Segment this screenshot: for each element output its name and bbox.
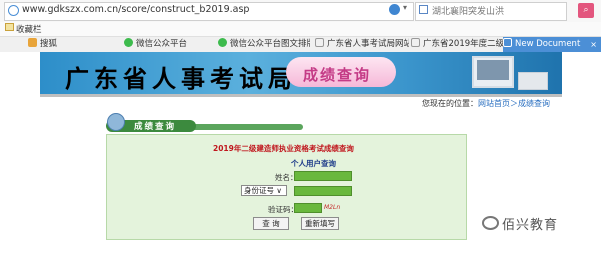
user-icon — [107, 113, 125, 131]
section-bar-track — [190, 124, 303, 130]
page-icon — [503, 38, 512, 47]
url-text[interactable]: www.gdkszx.com.cn/score/construct_b2019.… — [22, 4, 387, 15]
wechat-watermark-icon — [482, 216, 499, 230]
tab-label: 广东省人事考试局网站 — [327, 39, 409, 49]
id-type-select[interactable]: 身份证号 ∨ — [241, 185, 287, 196]
monitor-screen — [477, 60, 509, 80]
tab-weixin[interactable]: 微信公众平台 — [124, 37, 216, 52]
tab-label: 搜狐 — [40, 39, 58, 49]
search-input[interactable]: 湖北襄阳突发山洪 — [432, 4, 504, 17]
search-go-button[interactable]: ⌕ — [578, 3, 594, 18]
tab-gd-2019[interactable]: 广东省2019年度二级建 — [411, 37, 503, 52]
sohu-icon — [28, 38, 37, 47]
chevron-down-icon: ∨ — [276, 186, 282, 195]
browser-engine-icon[interactable] — [389, 4, 400, 15]
tab-label: 广东省2019年度二级建 — [423, 39, 503, 49]
page-icon — [315, 38, 324, 47]
captcha-input[interactable] — [294, 203, 322, 213]
address-bar: www.gdkszx.com.cn/score/construct_b2019.… — [0, 0, 601, 23]
form-subtitle: 个人用户查询 — [291, 159, 336, 168]
id-type-value: 身份证号 — [244, 186, 274, 195]
tab-strip: 搜狐 微信公众平台 微信公众平台图文排版 广东省人事考试局网站 广东省2019年… — [0, 36, 601, 52]
query-button[interactable]: 查 询 — [253, 217, 289, 230]
page-icon — [411, 38, 420, 47]
form-title: 2019年二级建造师执业资格考试成绩查询 — [213, 144, 354, 153]
tab-weixin-editor[interactable]: 微信公众平台图文排版 — [218, 37, 310, 52]
banner-subtitle: 成绩查询 — [303, 66, 372, 84]
wechat-icon — [124, 38, 133, 47]
name-input[interactable] — [294, 171, 352, 181]
favorites-bar: 收藏栏 — [0, 22, 601, 36]
tab-label: 微信公众平台图文排版 — [230, 39, 310, 49]
banner-title: 广东省人事考试局 — [65, 64, 297, 93]
close-icon[interactable]: × — [590, 37, 597, 52]
watermark-text: 佰兴教育 — [502, 218, 559, 233]
chevron-down-icon[interactable]: ▾ — [403, 3, 407, 12]
section-label: 成绩查询 — [134, 122, 177, 132]
id-number-input[interactable] — [294, 186, 352, 196]
favorites-label[interactable]: 收藏栏 — [16, 23, 42, 35]
tab-gd-exam-site[interactable]: 广东省人事考试局网站 — [315, 37, 409, 52]
tab-label: 微信公众平台 — [136, 39, 188, 49]
tab-new-document[interactable]: New Document × — [503, 37, 601, 52]
tab-sohu[interactable]: 搜狐 — [28, 37, 118, 52]
site-favicon-icon — [8, 5, 19, 16]
computer-keyboard-icon — [518, 72, 548, 90]
breadcrumb-link[interactable]: 网站首页＞成绩查询 — [478, 99, 550, 108]
captcha-image[interactable]: M2Ln — [324, 204, 340, 211]
reset-button[interactable]: 重新填写 — [301, 217, 339, 230]
tab-label: New Document — [515, 39, 581, 49]
breadcrumb: 您现在的位置：网站首页＞成绩查询 — [422, 98, 550, 109]
site-banner: 广东省人事考试局 成绩查询 — [40, 52, 562, 97]
breadcrumb-prefix: 您现在的位置： — [422, 99, 478, 108]
folder-icon — [5, 23, 14, 31]
search-engine-icon — [419, 5, 428, 14]
wechat-icon — [218, 38, 227, 47]
